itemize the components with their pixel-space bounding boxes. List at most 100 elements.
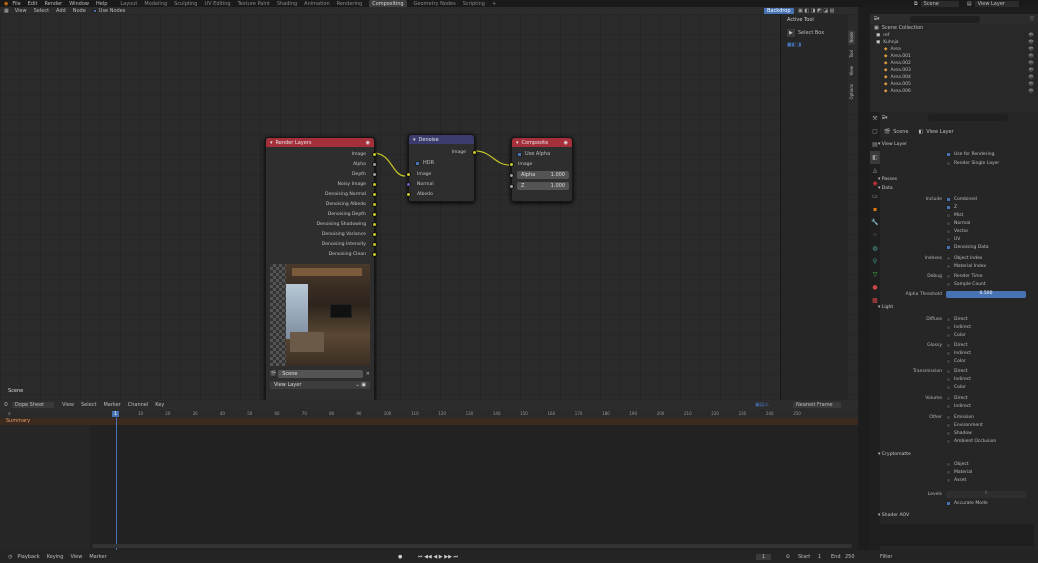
volume-0[interactable]: Direct <box>946 396 967 401</box>
frame-field[interactable]: 1 <box>756 553 772 560</box>
select-box-icon[interactable]: ▶ <box>787 29 795 37</box>
menu-window[interactable]: Window <box>69 1 89 7</box>
render-layers-header[interactable]: ▾ Render Layers ◉ <box>266 138 374 147</box>
display-mode-icon[interactable]: ⌸▾ <box>874 16 880 22</box>
include-z[interactable]: Z <box>946 205 957 210</box>
render-layers-output-socket[interactable] <box>372 212 377 217</box>
render-layers-output-socket[interactable] <box>372 192 377 197</box>
include-normal-checkbox[interactable] <box>946 221 951 226</box>
collection-tab-icon[interactable]: ▭ <box>870 190 880 203</box>
other-3-checkbox[interactable] <box>946 439 951 444</box>
debug-0[interactable]: Render Time <box>946 274 982 279</box>
overlay-icons[interactable]: ▣ ◧ ◨ ◩ ◪ ▧ <box>798 8 834 14</box>
visibility-icon[interactable]: 👁 <box>1028 68 1034 73</box>
accurate-mode[interactable]: Accurate Mode <box>946 501 988 506</box>
outliner-item[interactable]: ◆ Area 👁 <box>870 46 1038 53</box>
glossy-1[interactable]: Indirect <box>946 351 971 356</box>
workspace-tab-layout[interactable]: Layout <box>120 1 137 7</box>
composite-header[interactable]: ▾ Composite ◉ <box>512 138 572 147</box>
alpha-field[interactable]: Alpha 1.000 <box>517 171 569 179</box>
levels-field[interactable]: 6 <box>946 491 1026 498</box>
passes-section[interactable]: ▾ Passes <box>878 177 897 182</box>
crypto-0-checkbox[interactable] <box>946 462 951 467</box>
diffuse-2-checkbox[interactable] <box>946 333 951 338</box>
render-layers-output-socket[interactable] <box>372 182 377 187</box>
shader-aov-section[interactable]: ▾ Shader AOV <box>878 513 909 518</box>
modifier-tab-icon[interactable]: 🔧 <box>870 216 880 229</box>
include-uv-checkbox[interactable] <box>946 237 951 242</box>
keying-select[interactable]: Nearest Frame <box>793 402 841 408</box>
workspace-tab-animation[interactable]: Animation <box>304 1 330 7</box>
workspace-tab-rendering[interactable]: Rendering <box>337 1 363 7</box>
particles-tab-icon[interactable]: ⁘ <box>870 229 880 242</box>
transmission-0[interactable]: Direct <box>946 369 967 374</box>
dopesheet-menu-key[interactable]: Key <box>155 402 164 408</box>
visibility-icon[interactable]: 👁 <box>1028 82 1034 87</box>
active-tool-title[interactable]: Active Tool <box>781 14 848 26</box>
include-denoising-data[interactable]: Denoising Data <box>946 245 989 250</box>
editor-menu-add[interactable]: Add <box>56 8 66 14</box>
editor-menu-view[interactable]: View <box>15 8 27 14</box>
composite-z-socket[interactable] <box>509 184 514 189</box>
include-vector-checkbox[interactable] <box>946 229 951 234</box>
workspace-tab-texture-paint[interactable]: Texture Paint <box>238 1 270 7</box>
diffuse-1-checkbox[interactable] <box>946 325 951 330</box>
other-1-checkbox[interactable] <box>946 423 951 428</box>
diffuse-2[interactable]: Color <box>946 333 966 338</box>
tab-tool[interactable]: Tool <box>848 48 855 61</box>
view-layer-tab-icon[interactable]: ◧ <box>870 151 880 164</box>
crypto-1-checkbox[interactable] <box>946 470 951 475</box>
backdrop-button[interactable]: Backdrop <box>764 7 794 14</box>
diffuse-0[interactable]: Direct <box>946 317 967 322</box>
shader-aov-list[interactable] <box>880 524 1034 546</box>
playback-controls[interactable]: ⏮ ◀◀ ◀ ▶ ▶▶ ⏭ <box>418 554 458 560</box>
index-0[interactable]: Object Index <box>946 256 982 261</box>
render-layers-output-socket[interactable] <box>372 242 377 247</box>
denoise-image-socket[interactable] <box>406 172 411 177</box>
outliner-search-field[interactable] <box>909 15 980 23</box>
crypto-2-checkbox[interactable] <box>946 478 951 483</box>
visibility-icon[interactable]: 👁 <box>1028 40 1034 45</box>
outliner-item[interactable]: ◆ Area.005 👁 <box>870 81 1038 88</box>
render-layers-output-socket[interactable] <box>372 252 377 257</box>
include-denoising-data-checkbox[interactable] <box>946 245 951 250</box>
use-for-rendering[interactable]: Use for Rendering <box>946 152 994 157</box>
blender-logo-icon[interactable]: ◉ <box>4 1 8 7</box>
other-3[interactable]: Ambient Occlusion <box>946 439 996 444</box>
denoise-albedo-socket[interactable] <box>406 192 411 197</box>
include-combined-checkbox[interactable] <box>946 197 951 202</box>
workspace-tab-sculpting[interactable]: Sculpting <box>174 1 197 7</box>
include-z-checkbox[interactable] <box>946 205 951 210</box>
visibility-icon[interactable]: 👁 <box>1028 47 1034 52</box>
include-mist[interactable]: Mist <box>946 213 963 218</box>
properties-editor[interactable]: ⚒ ▢ ▤ ◧ ◬ ◉ ▭ ▪ 🔧 ⁘ ◍ ⚲ ▽ ● ▩ ⌸▾ 🎬 Scene… <box>870 112 1038 550</box>
glossy-0-checkbox[interactable] <box>946 343 951 348</box>
constraints-tab-icon[interactable]: ⚲ <box>870 255 880 268</box>
composite-image-socket[interactable] <box>509 162 514 167</box>
transmission-1-checkbox[interactable] <box>946 377 951 382</box>
denoise-node[interactable]: ▾ Denoise Image HDR Image Normal Albedo <box>406 134 477 202</box>
render-icon[interactable]: ⌄ ▣ <box>355 382 366 388</box>
composite-node[interactable]: ▾ Composite ◉ Use Alpha Image Alpha 1.00… <box>509 137 573 202</box>
volume-0-checkbox[interactable] <box>946 396 951 401</box>
use-alpha-checkbox[interactable] <box>517 151 522 157</box>
filter-icon[interactable]: ▽ <box>1030 16 1034 22</box>
view-layer-icon[interactable]: ▤ <box>967 1 972 7</box>
glossy-2[interactable]: Color <box>946 359 966 364</box>
timeline-menu-playback[interactable]: Playback <box>17 554 39 560</box>
other-1[interactable]: Environment <box>946 423 983 428</box>
cryptomatte-section[interactable]: ▾ Cryptomatte <box>878 452 911 457</box>
glossy-0[interactable]: Direct <box>946 343 967 348</box>
denoise-output-socket[interactable] <box>472 150 477 155</box>
dopesheet-tool-icons[interactable]: ▣▤⚠ <box>755 402 769 408</box>
tab-node[interactable]: Node <box>848 30 855 45</box>
tab-options[interactable]: Options <box>848 81 855 102</box>
crypto-0[interactable]: Object <box>946 462 969 467</box>
outliner-item[interactable]: ▣ ref 👁 <box>870 32 1038 39</box>
outliner-item[interactable]: ◆ Area.006 👁 <box>870 88 1038 95</box>
end-value[interactable]: 250 <box>845 554 855 560</box>
timeline-menu-keying[interactable]: Keying <box>47 554 64 560</box>
use-for-rendering-checkbox[interactable] <box>946 152 951 157</box>
denoise-normal-socket[interactable] <box>406 182 411 187</box>
crypto-1[interactable]: Material <box>946 470 972 475</box>
